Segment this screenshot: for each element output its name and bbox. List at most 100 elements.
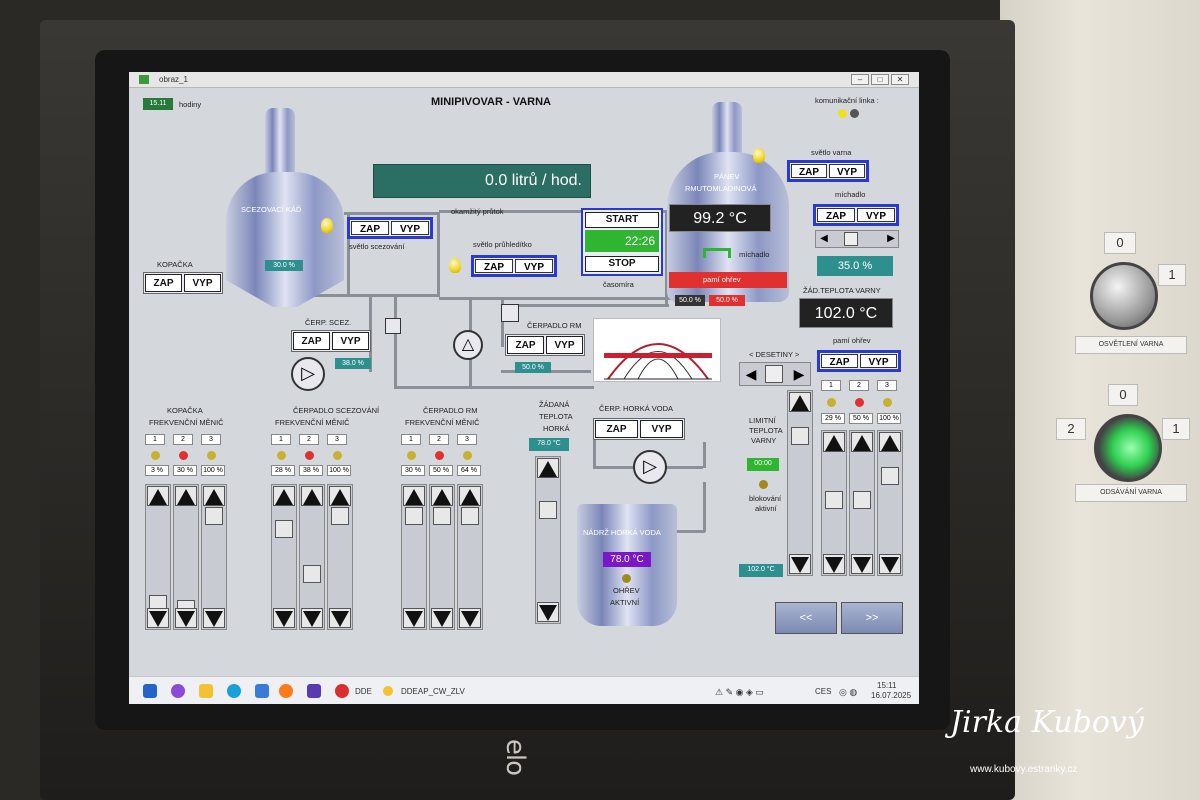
ddeap-icon[interactable] xyxy=(383,686,393,696)
down-arrow-icon[interactable] xyxy=(329,608,351,628)
slider-thumb[interactable] xyxy=(539,501,557,519)
tray-icons[interactable]: ⚠ ✎ ◉ ◈ ▭ xyxy=(715,687,764,698)
slider-thumb[interactable] xyxy=(461,507,479,525)
stop-button[interactable]: STOP xyxy=(585,256,659,272)
down-arrow-icon[interactable] xyxy=(431,608,453,628)
up-arrow-icon[interactable] xyxy=(789,392,811,412)
mixer-slider[interactable]: ◀ ▶ xyxy=(815,230,899,248)
zap-button[interactable]: ZAP xyxy=(475,259,513,273)
down-arrow-icon[interactable] xyxy=(273,608,295,628)
vyp-button[interactable]: VYP xyxy=(829,164,865,178)
slider-thumb[interactable] xyxy=(433,507,451,525)
exhaust-switch-knob[interactable] xyxy=(1094,414,1162,482)
slider-thumb[interactable] xyxy=(844,232,858,246)
up-arrow-icon[interactable] xyxy=(537,458,559,478)
vyp-button[interactable]: VYP xyxy=(391,221,429,235)
hw-slider[interactable] xyxy=(535,456,561,624)
slider-thumb[interactable] xyxy=(791,427,809,445)
up-arrow-icon[interactable] xyxy=(459,486,481,506)
speed-slider[interactable] xyxy=(457,484,483,630)
slider-thumb[interactable] xyxy=(765,365,783,383)
speed-slider[interactable] xyxy=(299,484,325,630)
folder-icon[interactable] xyxy=(199,684,213,698)
save-icon[interactable] xyxy=(307,684,321,698)
vyp-button[interactable]: VYP xyxy=(332,332,369,350)
slider-thumb[interactable] xyxy=(331,507,349,525)
speed-slider[interactable] xyxy=(271,484,297,630)
up-arrow-icon[interactable] xyxy=(147,486,169,506)
left-arrow-icon[interactable]: ◀ xyxy=(742,365,760,383)
taskbar-app-ddeap[interactable]: DDEAP_CW_ZLV xyxy=(401,687,465,696)
zap-button[interactable]: ZAP xyxy=(821,354,858,368)
speed-select-button[interactable]: 2 xyxy=(173,434,193,445)
minimize-button[interactable]: – xyxy=(851,74,869,85)
zap-button[interactable]: ZAP xyxy=(293,332,330,350)
down-arrow-icon[interactable] xyxy=(147,608,169,628)
next-page-button[interactable]: >> xyxy=(841,602,903,634)
speed-select-button[interactable]: 2 xyxy=(429,434,449,445)
store-icon[interactable] xyxy=(255,684,269,698)
speed-slider[interactable] xyxy=(327,484,353,630)
speed-slider[interactable] xyxy=(173,484,199,630)
up-arrow-icon[interactable] xyxy=(851,432,873,452)
speed-select-button[interactable]: 1 xyxy=(271,434,291,445)
heat-slider[interactable] xyxy=(877,430,903,576)
zap-button[interactable]: ZAP xyxy=(595,420,638,438)
up-arrow-icon[interactable] xyxy=(203,486,225,506)
vyp-button[interactable]: VYP xyxy=(546,336,583,354)
dde-icon[interactable] xyxy=(335,684,349,698)
speed-select-button[interactable]: 1 xyxy=(401,434,421,445)
heat-stage-button[interactable]: 3 xyxy=(877,380,897,391)
zap-button[interactable]: ZAP xyxy=(507,336,544,354)
left-arrow-icon[interactable]: ◀ xyxy=(817,232,831,246)
heat-stage-button[interactable]: 2 xyxy=(849,380,869,391)
up-arrow-icon[interactable] xyxy=(329,486,351,506)
close-button[interactable]: ✕ xyxy=(891,74,909,85)
vyp-button[interactable]: VYP xyxy=(640,420,683,438)
firefox-icon[interactable] xyxy=(279,684,293,698)
zap-button[interactable]: ZAP xyxy=(791,164,827,178)
vyp-button[interactable]: VYP xyxy=(515,259,553,273)
speed-slider[interactable] xyxy=(145,484,171,630)
start-button[interactable]: START xyxy=(585,212,659,228)
speed-slider[interactable] xyxy=(401,484,427,630)
speed-select-button[interactable]: 2 xyxy=(299,434,319,445)
down-arrow-icon[interactable] xyxy=(879,554,901,574)
down-arrow-icon[interactable] xyxy=(823,554,845,574)
down-arrow-icon[interactable] xyxy=(403,608,425,628)
down-arrow-icon[interactable] xyxy=(789,554,811,574)
zap-button[interactable]: ZAP xyxy=(817,208,855,222)
light-switch-knob[interactable] xyxy=(1090,262,1158,330)
network-icon[interactable]: ◎ ◍ xyxy=(839,687,857,698)
heat-slider[interactable] xyxy=(821,430,847,576)
speed-select-button[interactable]: 3 xyxy=(457,434,477,445)
slider-thumb[interactable] xyxy=(853,491,871,509)
up-arrow-icon[interactable] xyxy=(403,486,425,506)
down-arrow-icon[interactable] xyxy=(537,602,559,622)
vyp-button[interactable]: VYP xyxy=(857,208,895,222)
windows-start-icon[interactable] xyxy=(143,684,157,698)
limit-slider[interactable] xyxy=(787,390,813,576)
down-arrow-icon[interactable] xyxy=(301,608,323,628)
heat-stage-button[interactable]: 1 xyxy=(821,380,841,391)
down-arrow-icon[interactable] xyxy=(459,608,481,628)
up-arrow-icon[interactable] xyxy=(273,486,295,506)
slider-thumb[interactable] xyxy=(205,507,223,525)
edge-icon[interactable] xyxy=(227,684,241,698)
up-arrow-icon[interactable] xyxy=(879,432,901,452)
language-indicator[interactable]: CES xyxy=(815,687,831,696)
up-arrow-icon[interactable] xyxy=(823,432,845,452)
maximize-button[interactable]: □ xyxy=(871,74,889,85)
slider-thumb[interactable] xyxy=(881,467,899,485)
slider-thumb[interactable] xyxy=(825,491,843,509)
right-arrow-icon[interactable]: ▶ xyxy=(884,232,898,246)
speed-select-button[interactable]: 3 xyxy=(327,434,347,445)
zap-button[interactable]: ZAP xyxy=(145,274,182,292)
vyp-button[interactable]: VYP xyxy=(860,354,897,368)
speed-slider[interactable] xyxy=(429,484,455,630)
up-arrow-icon[interactable] xyxy=(175,486,197,506)
up-arrow-icon[interactable] xyxy=(431,486,453,506)
zap-button[interactable]: ZAP xyxy=(351,221,389,235)
down-arrow-icon[interactable] xyxy=(175,608,197,628)
heat-slider[interactable] xyxy=(849,430,875,576)
